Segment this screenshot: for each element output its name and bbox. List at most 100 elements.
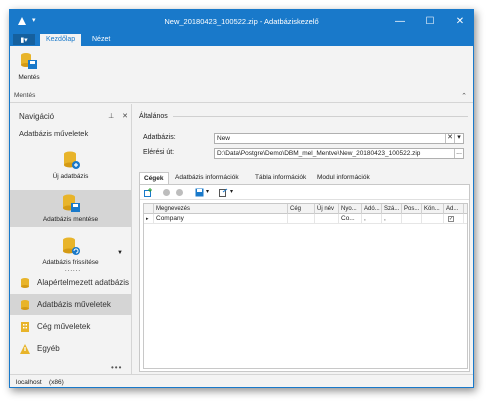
nav-overflow-icon[interactable]: •••: [111, 363, 122, 372]
tab-nezet[interactable]: Nézet: [86, 34, 116, 46]
ribbon-tabs: ▮▾ Kezdőlap Nézet: [10, 33, 473, 46]
path-field[interactable]: D:\Data\Postgre\Demo\DBM_mel_Mentve\New_…: [214, 148, 464, 159]
navigation-panel: Navigáció ⊥ ✕ Adatbázis műveletek Új ada…: [10, 104, 132, 374]
server-status: localhost: [16, 379, 42, 386]
column-header[interactable]: Új név: [315, 204, 339, 214]
row-indicator: ▸: [144, 214, 154, 224]
column-header[interactable]: Szá...: [382, 204, 402, 214]
table-row[interactable]: ▸ Company Co... , , ✓: [144, 214, 467, 224]
minimize-button[interactable]: —: [385, 10, 415, 33]
nav-section-label: Alapértelmezett adatbázis: [37, 278, 130, 287]
tab-database-info[interactable]: Adatbázis információk: [171, 172, 243, 184]
grid-toolbar: ▾ ▾: [140, 185, 469, 200]
tab-module-info[interactable]: Modul információk: [313, 172, 374, 184]
row-indicator-header: [144, 204, 154, 214]
title-bar: ▾ New_20180423_100522.zip - Adatbáziskez…: [10, 10, 473, 33]
export-icon[interactable]: [219, 188, 228, 197]
group-divider: [173, 116, 468, 117]
tab-table-info[interactable]: Tábla információk: [251, 172, 310, 184]
column-header[interactable]: Kön...: [422, 204, 444, 214]
minimize-icon: —: [395, 16, 405, 27]
tab-kezdolap[interactable]: Kezdőlap: [40, 34, 82, 46]
grid-cell[interactable]: [402, 214, 422, 224]
grid-checkbox-cell[interactable]: ✓: [444, 214, 464, 224]
checkbox[interactable]: ✓: [448, 216, 454, 222]
nav-title: Navigáció: [19, 112, 55, 121]
database-value: New: [217, 135, 231, 142]
warning-icon: [20, 343, 30, 354]
column-header[interactable]: Adó...: [362, 204, 382, 214]
nav-section-label: Adatbázis műveletek: [37, 300, 111, 309]
grid-cell[interactable]: [422, 214, 444, 224]
save-database-button[interactable]: Adatbázis mentése: [10, 190, 131, 227]
save-database-label: Adatbázis mentése: [42, 216, 99, 223]
column-header[interactable]: Pos...: [402, 204, 422, 214]
refresh-database-label: Adatbázis frissítése: [42, 259, 99, 266]
ribbon: Mentés Mentés ⌃: [10, 46, 473, 103]
nav-section-other[interactable]: Egyéb: [10, 338, 131, 359]
database-icon: [21, 277, 29, 288]
nav-section-database-operations[interactable]: Adatbázis műveletek: [10, 294, 131, 315]
browse-button[interactable]: ...: [454, 149, 463, 158]
status-bar: localhost (x86): [10, 374, 473, 387]
grid-cell[interactable]: ,: [382, 214, 402, 224]
disabled-circle-icon[interactable]: [162, 188, 171, 197]
add-row-icon[interactable]: [144, 188, 153, 197]
path-value: D:\Data\Postgre\Demo\DBM_mel_Mentve\New_…: [217, 150, 421, 157]
ribbon-group-label: Mentés: [14, 92, 36, 99]
column-header[interactable]: Ad...: [444, 204, 464, 214]
save-grid-icon[interactable]: [195, 188, 204, 197]
detail-tabs: Cégek Adatbázis információk Tábla inform…: [139, 172, 469, 184]
nav-section-default-database[interactable]: Alapértelmezett adatbázis: [10, 272, 131, 293]
close-button[interactable]: ✕: [445, 10, 473, 33]
maximize-icon: ☐: [425, 16, 435, 27]
save-button[interactable]: Mentés: [15, 51, 43, 87]
file-menu-button[interactable]: ▮▾: [13, 34, 35, 45]
column-header[interactable]: Cég: [288, 204, 315, 214]
chevron-down-icon[interactable]: ▼: [117, 250, 123, 256]
grid-header: Megnevezés Cég Új név Nyo... Adó... Szá.…: [144, 204, 467, 214]
chevron-down-icon[interactable]: ▾: [206, 188, 209, 195]
save-icon: [21, 53, 37, 69]
nav-section-label: Cég műveletek: [37, 322, 91, 331]
general-group-title: Általános: [139, 113, 168, 120]
collapse-ribbon-icon[interactable]: ⌃: [461, 92, 467, 100]
close-icon: ✕: [455, 16, 465, 27]
grid-cell[interactable]: ,: [362, 214, 382, 224]
grid-cell[interactable]: Company: [154, 214, 288, 224]
new-database-label: Új adatbázis: [52, 173, 89, 180]
new-database-icon: [64, 151, 80, 169]
column-header[interactable]: Nyo...: [339, 204, 362, 214]
nav-subtitle: Adatbázis műveletek: [19, 129, 89, 138]
chevron-down-icon[interactable]: ▾: [454, 134, 463, 143]
clear-icon[interactable]: ✕: [445, 134, 454, 143]
database-label: Adatbázis:: [143, 134, 176, 141]
app-window: ▾ New_20180423_100522.zip - Adatbáziskez…: [9, 9, 474, 388]
nav-controls: ⊥ ✕: [108, 112, 128, 120]
save-database-icon: [63, 194, 80, 212]
column-header[interactable]: Megnevezés: [154, 204, 288, 214]
grid-cell[interactable]: [315, 214, 339, 224]
main-panel: Általános Adatbázis: New ✕ ▾ Elérési út:…: [133, 104, 473, 374]
refresh-database-button[interactable]: Adatbázis frissítése: [10, 233, 131, 270]
grid-cell[interactable]: [288, 214, 315, 224]
grid-cell[interactable]: Co...: [339, 214, 362, 224]
nav-section-label: Egyéb: [37, 344, 60, 353]
database-icon: [21, 299, 29, 310]
pin-icon[interactable]: ⊥: [108, 113, 114, 120]
nav-close-icon[interactable]: ✕: [122, 113, 128, 120]
building-icon: [21, 321, 29, 332]
maximize-button[interactable]: ☐: [415, 10, 445, 33]
database-field[interactable]: New ✕ ▾: [214, 133, 464, 144]
arch-status: (x86): [49, 379, 64, 386]
save-label: Mentés: [18, 74, 40, 81]
chevron-down-icon[interactable]: ▾: [230, 188, 233, 195]
new-database-button[interactable]: Új adatbázis: [10, 147, 131, 184]
path-label: Elérési út:: [143, 149, 175, 156]
nav-section-company-operations[interactable]: Cég műveletek: [10, 316, 131, 337]
tab-cegek[interactable]: Cégek: [139, 172, 169, 184]
disabled-circle-icon[interactable]: [175, 188, 184, 197]
tab-panel: ▾ ▾ Megnevezés Cég Új név Nyo... Adó... …: [139, 184, 470, 372]
companies-grid: Megnevezés Cég Új név Nyo... Adó... Szá.…: [143, 203, 468, 369]
refresh-database-icon: [63, 237, 80, 255]
